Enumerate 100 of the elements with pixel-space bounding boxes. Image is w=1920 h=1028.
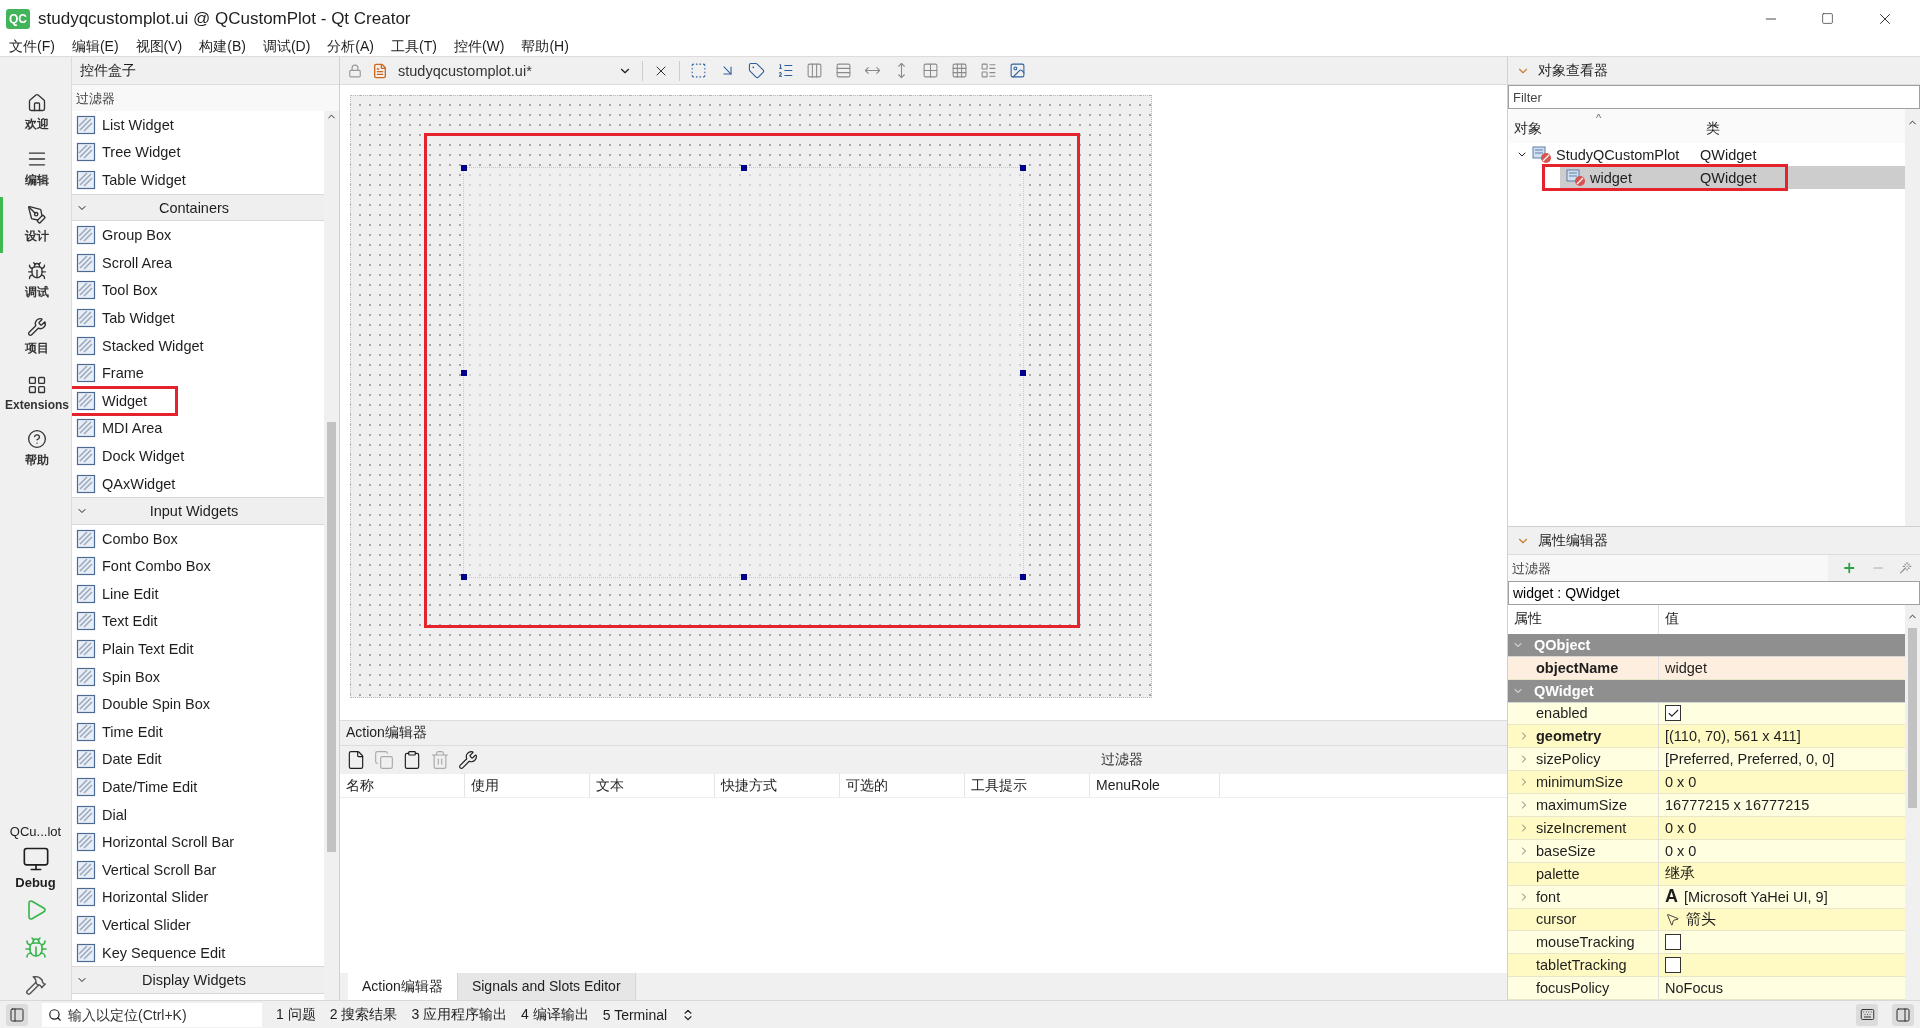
resize-handle[interactable] bbox=[461, 369, 467, 376]
object-field[interactable]: widget : QWidget bbox=[1508, 581, 1920, 605]
column-header[interactable]: 工具提示 bbox=[965, 774, 1090, 797]
grid-icon[interactable] bbox=[951, 62, 968, 79]
menu-item[interactable]: 文件(F) bbox=[9, 37, 55, 56]
output-pane-button[interactable]: 3 应用程序输出 bbox=[411, 1005, 508, 1024]
mode-button[interactable]: 编辑 bbox=[0, 141, 71, 197]
widget-item[interactable]: QAxWidget bbox=[102, 475, 176, 492]
checkbox[interactable] bbox=[1665, 957, 1681, 974]
widget-item[interactable]: Horizontal Slider bbox=[102, 889, 209, 906]
property-value[interactable]: 0 x 0 bbox=[1665, 774, 1697, 791]
widget-item[interactable]: Group Box bbox=[102, 227, 172, 244]
kit-selector[interactable]: Debug bbox=[0, 839, 71, 898]
resize-handle[interactable] bbox=[740, 165, 747, 171]
scrollbar[interactable] bbox=[1905, 605, 1920, 1000]
filter-field[interactable]: 过滤器 bbox=[72, 85, 339, 111]
menu-item[interactable]: 工具(T) bbox=[391, 37, 437, 56]
mode-button[interactable]: 欢迎 bbox=[0, 85, 71, 141]
locator-field[interactable]: 输入以定位(Ctrl+K) bbox=[42, 1002, 262, 1027]
sidebar-toggle[interactable] bbox=[1892, 1003, 1914, 1026]
widget-item[interactable]: MDI Area bbox=[102, 420, 163, 437]
column-header[interactable]: 名称 bbox=[340, 774, 465, 797]
widget-item[interactable]: Widget bbox=[102, 392, 148, 409]
column-header[interactable]: 属性 bbox=[1508, 605, 1659, 634]
property-value[interactable]: widget bbox=[1665, 659, 1707, 676]
column-header[interactable]: 可选的 bbox=[840, 774, 965, 797]
widget-item[interactable]: Date Edit bbox=[102, 751, 162, 768]
property-value[interactable]: 箭头 bbox=[1686, 909, 1716, 929]
category-header[interactable]: Display Widgets bbox=[72, 966, 324, 994]
resize-handle[interactable] bbox=[1020, 574, 1026, 580]
widget-item[interactable]: Tree Widget bbox=[102, 144, 181, 161]
widget-item[interactable]: Tab Widget bbox=[102, 309, 175, 326]
property-value[interactable]: 16777215 x 16777215 bbox=[1665, 797, 1810, 813]
dashed-square-icon[interactable] bbox=[690, 62, 707, 79]
rows-icon[interactable] bbox=[835, 62, 852, 79]
widget-item[interactable]: Dial bbox=[102, 806, 127, 823]
menu-item[interactable]: 分析(A) bbox=[327, 37, 374, 56]
wand-icon[interactable] bbox=[1899, 560, 1912, 576]
file-tab[interactable]: studyqcustomplot.ui* bbox=[398, 62, 608, 79]
widget-item[interactable]: Key Sequence Edit bbox=[102, 944, 226, 961]
mode-button[interactable]: Extensions bbox=[0, 365, 71, 421]
column-header[interactable]: 值 bbox=[1659, 605, 1905, 634]
column-header[interactable]: 类 bbox=[1700, 120, 1850, 138]
tag-icon[interactable] bbox=[748, 62, 765, 79]
widget-item[interactable]: Plain Text Edit bbox=[102, 641, 194, 658]
filter-field[interactable]: 过滤器 bbox=[1508, 555, 1828, 581]
wrench-icon[interactable] bbox=[458, 750, 478, 770]
numbered-list-icon[interactable] bbox=[777, 62, 794, 79]
widget-item[interactable]: Tool Box bbox=[102, 282, 158, 299]
column-header[interactable]: 使用 bbox=[465, 774, 590, 797]
widget-item[interactable]: Vertical Scroll Bar bbox=[102, 861, 217, 878]
property-value[interactable]: 0 x 0 bbox=[1665, 819, 1697, 836]
widget-item[interactable]: Stacked Widget bbox=[102, 337, 204, 354]
checkbox[interactable] bbox=[1665, 934, 1681, 951]
tab[interactable]: Signals and Slots Editor bbox=[457, 973, 636, 1000]
property-value[interactable]: 0 x 0 bbox=[1665, 842, 1697, 859]
resize-handle[interactable] bbox=[461, 574, 467, 580]
filter-field[interactable]: Filter bbox=[1508, 85, 1920, 109]
new-icon[interactable] bbox=[346, 750, 366, 770]
resize-handle[interactable] bbox=[1020, 369, 1026, 376]
layout-list-icon[interactable] bbox=[980, 62, 997, 79]
widget-item[interactable]: Frame bbox=[102, 365, 144, 382]
tree-row[interactable]: StudyQCustomPlot QWidget bbox=[1508, 143, 1905, 166]
mode-button[interactable]: 项目 bbox=[0, 309, 71, 365]
mode-button[interactable]: 帮助 bbox=[0, 421, 71, 477]
output-pane-button[interactable]: 1 问题 bbox=[276, 1005, 316, 1024]
column-header[interactable]: MenuRole bbox=[1090, 774, 1220, 797]
columns-icon[interactable] bbox=[806, 62, 823, 79]
property-value[interactable]: [Microsoft YaHei UI, 9] bbox=[1684, 888, 1828, 905]
property-value[interactable]: [(110, 70), 561 x 411] bbox=[1665, 728, 1801, 745]
widget-item[interactable]: Font Combo Box bbox=[102, 558, 211, 575]
image-icon[interactable] bbox=[1009, 62, 1026, 79]
keyboard-toggle[interactable] bbox=[1856, 1003, 1878, 1026]
resize-handle[interactable] bbox=[1020, 165, 1026, 171]
category-header[interactable]: Containers bbox=[72, 193, 324, 222]
menu-item[interactable]: 帮助(H) bbox=[521, 37, 569, 56]
widget-item[interactable]: Text Edit bbox=[102, 613, 158, 630]
property-value[interactable]: NoFocus bbox=[1665, 980, 1724, 997]
widget-item[interactable]: Double Spin Box bbox=[102, 696, 210, 713]
output-pane-button[interactable]: 2 搜索结果 bbox=[329, 1005, 398, 1024]
resize-handle[interactable] bbox=[740, 574, 747, 580]
widget-item[interactable]: Table Widget bbox=[102, 172, 186, 188]
widget-item[interactable]: Spin Box bbox=[102, 668, 161, 685]
checkbox[interactable] bbox=[1665, 705, 1681, 722]
widget-item[interactable]: Horizontal Scroll Bar bbox=[102, 834, 235, 851]
mode-button[interactable]: 调试 bbox=[0, 253, 71, 309]
debug-run-icon[interactable] bbox=[23, 936, 48, 960]
menu-item[interactable]: 调试(D) bbox=[262, 37, 311, 56]
column-header[interactable]: 快捷方式 bbox=[715, 774, 840, 797]
widget-item[interactable]: Scroll Area bbox=[102, 254, 173, 271]
grid-icon[interactable] bbox=[922, 62, 939, 79]
sidebar-toggle[interactable] bbox=[6, 1003, 28, 1026]
property-value[interactable]: 继承 bbox=[1665, 864, 1695, 884]
column-header[interactable]: 文本 bbox=[590, 774, 715, 797]
output-pane-button[interactable]: 4 编译输出 bbox=[521, 1005, 589, 1024]
build-icon[interactable] bbox=[24, 974, 47, 996]
category-header[interactable]: Input Widgets bbox=[72, 497, 324, 525]
copy-icon[interactable] bbox=[374, 750, 394, 770]
menu-item[interactable]: 编辑(E) bbox=[71, 37, 119, 56]
maximize-icon[interactable] bbox=[1821, 12, 1834, 25]
